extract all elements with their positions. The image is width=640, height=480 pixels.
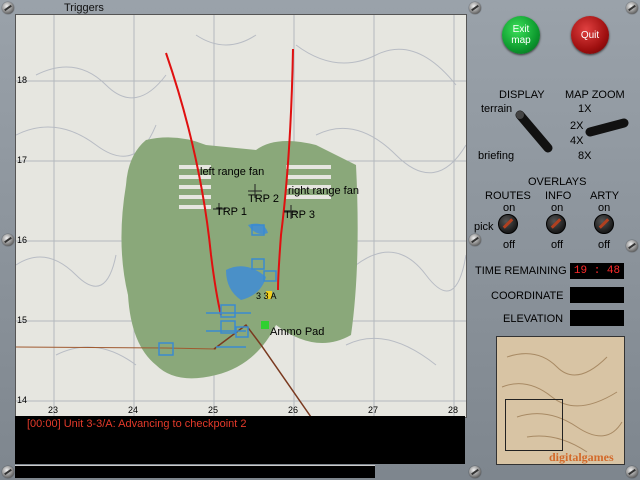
- trp1-label: TRP 1: [216, 206, 247, 218]
- screw-icon: [2, 466, 14, 478]
- message-line: [00:00] Unit 3-3/A: Advancing to checkpo…: [27, 418, 247, 430]
- zoom-8x-option[interactable]: 8X: [578, 150, 591, 162]
- screw-icon: [626, 240, 638, 252]
- screw-icon: [469, 466, 481, 478]
- grid-y-label: 18: [17, 75, 28, 85]
- screw-icon: [626, 466, 638, 478]
- arty-off-label: off: [598, 239, 611, 251]
- grid-x-label: 24: [128, 405, 139, 415]
- elevation-value: [570, 310, 624, 326]
- info-off-label: off: [551, 239, 564, 251]
- display-terrain-option[interactable]: terrain: [481, 103, 512, 115]
- zoom-2x-option[interactable]: 2X: [570, 120, 583, 132]
- unit-label: 3 3 A: [256, 291, 277, 301]
- game-logo: digitalgames: [549, 450, 614, 464]
- elevation-label: ELEVATION: [503, 313, 564, 325]
- display-switch-lever[interactable]: [510, 110, 560, 155]
- screw-icon: [2, 234, 14, 246]
- quit-button[interactable]: Quit: [571, 16, 609, 54]
- screw-icon: [626, 2, 638, 14]
- routes-pick-label: pick: [474, 221, 494, 233]
- grid-y-label: 15: [17, 315, 28, 325]
- exit-map-button[interactable]: Exit map: [502, 16, 540, 54]
- trp2-label: TRP 2: [248, 193, 279, 205]
- message-log: [00:00] Unit 3-3/A: Advancing to checkpo…: [15, 416, 465, 464]
- overlay-routes-label: ROUTES: [485, 190, 531, 202]
- zoom-4x-option[interactable]: 4X: [570, 135, 583, 147]
- grid-y-label: 17: [17, 155, 28, 165]
- info-toggle-knob[interactable]: [546, 214, 566, 234]
- arty-on-label: on: [598, 202, 611, 214]
- grid-x-label: 23: [48, 405, 59, 415]
- coordinate-value: [570, 287, 624, 303]
- overlays-title: OVERLAYS: [528, 176, 587, 188]
- routes-on-label: on: [503, 202, 516, 214]
- zoom-1x-option[interactable]: 1X: [578, 103, 591, 115]
- grid-x-label: 28: [448, 405, 459, 415]
- display-title: DISPLAY: [499, 89, 545, 101]
- arty-toggle-knob[interactable]: [594, 214, 614, 234]
- grid-x-label: 25: [208, 405, 219, 415]
- overlay-info-label: INFO: [545, 190, 572, 202]
- screw-icon: [2, 2, 14, 14]
- command-bar[interactable]: [15, 465, 375, 478]
- ammo-pad-marker: [261, 321, 269, 329]
- overlay-arty-label: ARTY: [590, 190, 620, 202]
- tactical-map[interactable]: left range fan right range fan TRP 1 TRP…: [15, 14, 467, 418]
- zoom-switch-lever[interactable]: [584, 118, 630, 140]
- grid-x-label: 27: [368, 405, 379, 415]
- display-briefing-option[interactable]: briefing: [478, 150, 514, 162]
- grid-y-label: 16: [17, 235, 28, 245]
- trp3-label: TRP 3: [284, 209, 315, 221]
- routes-toggle-knob[interactable]: [498, 214, 518, 234]
- map-title: Triggers: [64, 2, 104, 14]
- screw-icon: [469, 2, 481, 14]
- ammo-pad-label: Ammo Pad: [270, 326, 325, 338]
- minimap-viewport[interactable]: [505, 399, 563, 451]
- routes-off-label: off: [503, 239, 516, 251]
- grid-x-label: 26: [288, 405, 299, 415]
- left-fan-label: left range fan: [200, 166, 265, 178]
- grid-y-label: 14: [17, 395, 28, 405]
- time-remaining-value: 19 : 48: [570, 263, 624, 279]
- coordinate-label: COORDINATE: [491, 290, 564, 302]
- screw-icon: [469, 234, 481, 246]
- minimap[interactable]: [496, 336, 625, 465]
- info-on-label: on: [551, 202, 564, 214]
- right-fan-label: right range fan: [288, 185, 359, 197]
- time-remaining-label: TIME REMAINING: [475, 265, 567, 277]
- map-zoom-title: MAP ZOOM: [565, 89, 625, 101]
